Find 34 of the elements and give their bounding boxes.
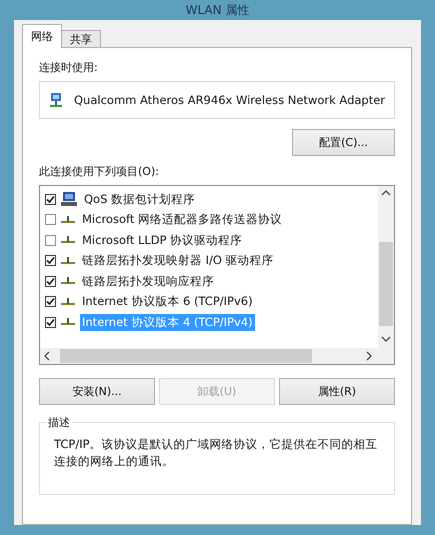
window-title: WLAN 属性: [186, 2, 250, 18]
network-protocol-icon: [61, 236, 75, 244]
adapter-name: Qualcomm Atheros AR946x Wireless Network Adapter: [74, 93, 386, 107]
checkbox[interactable]: [45, 194, 56, 205]
checkbox[interactable]: [45, 234, 56, 246]
checkbox[interactable]: [45, 214, 56, 226]
network-protocol-icon: [61, 277, 75, 286]
network-protocol-icon: [61, 298, 75, 306]
network-protocol-icon: [61, 318, 75, 326]
description-text: TCP/IP。该协议是默认的广域网络协议，它提供在不同的相互连接的网络上的通讯。: [54, 436, 379, 470]
list-item[interactable]: Microsoft 网络适配器多路传送器协议: [80, 211, 284, 228]
tab[interactable]: 共享: [61, 30, 101, 48]
section-label: 连接时使用:: [39, 60, 99, 75]
checkbox[interactable]: [45, 316, 56, 328]
tab[interactable]: 网络: [22, 24, 62, 48]
network-protocol-icon: [61, 256, 75, 265]
list-item[interactable]: 链路层拓扑发现响应程序: [80, 272, 216, 290]
network-adapter-icon: [48, 92, 64, 108]
list-item[interactable]: 链路层拓扑发现映射器 I/O 驱动程序: [80, 252, 276, 270]
computer-icon: [61, 192, 77, 207]
action-button[interactable]: 属性(R): [279, 378, 395, 405]
list-item[interactable]: QoS 数据包计划程序: [82, 190, 198, 208]
horizontal-scrollbar[interactable]: [40, 348, 394, 364]
section-label: 此连接使用下列项目(O):: [39, 164, 160, 179]
list-item[interactable]: Microsoft LLDP 协议驱动程序: [80, 232, 244, 249]
network-protocol-icon: [61, 216, 75, 224]
vertical-scrollbar[interactable]: [378, 186, 394, 348]
checkbox[interactable]: [45, 276, 56, 287]
checkbox[interactable]: [45, 255, 56, 266]
list-item[interactable]: Internet 协议版本 6 (TCP/IPv6): [80, 293, 255, 310]
configure-button[interactable]: 配置(C)...: [292, 129, 395, 156]
checkbox[interactable]: [45, 296, 56, 308]
group-title: 描述: [47, 415, 71, 430]
action-button[interactable]: 安装(N)...: [39, 378, 155, 405]
